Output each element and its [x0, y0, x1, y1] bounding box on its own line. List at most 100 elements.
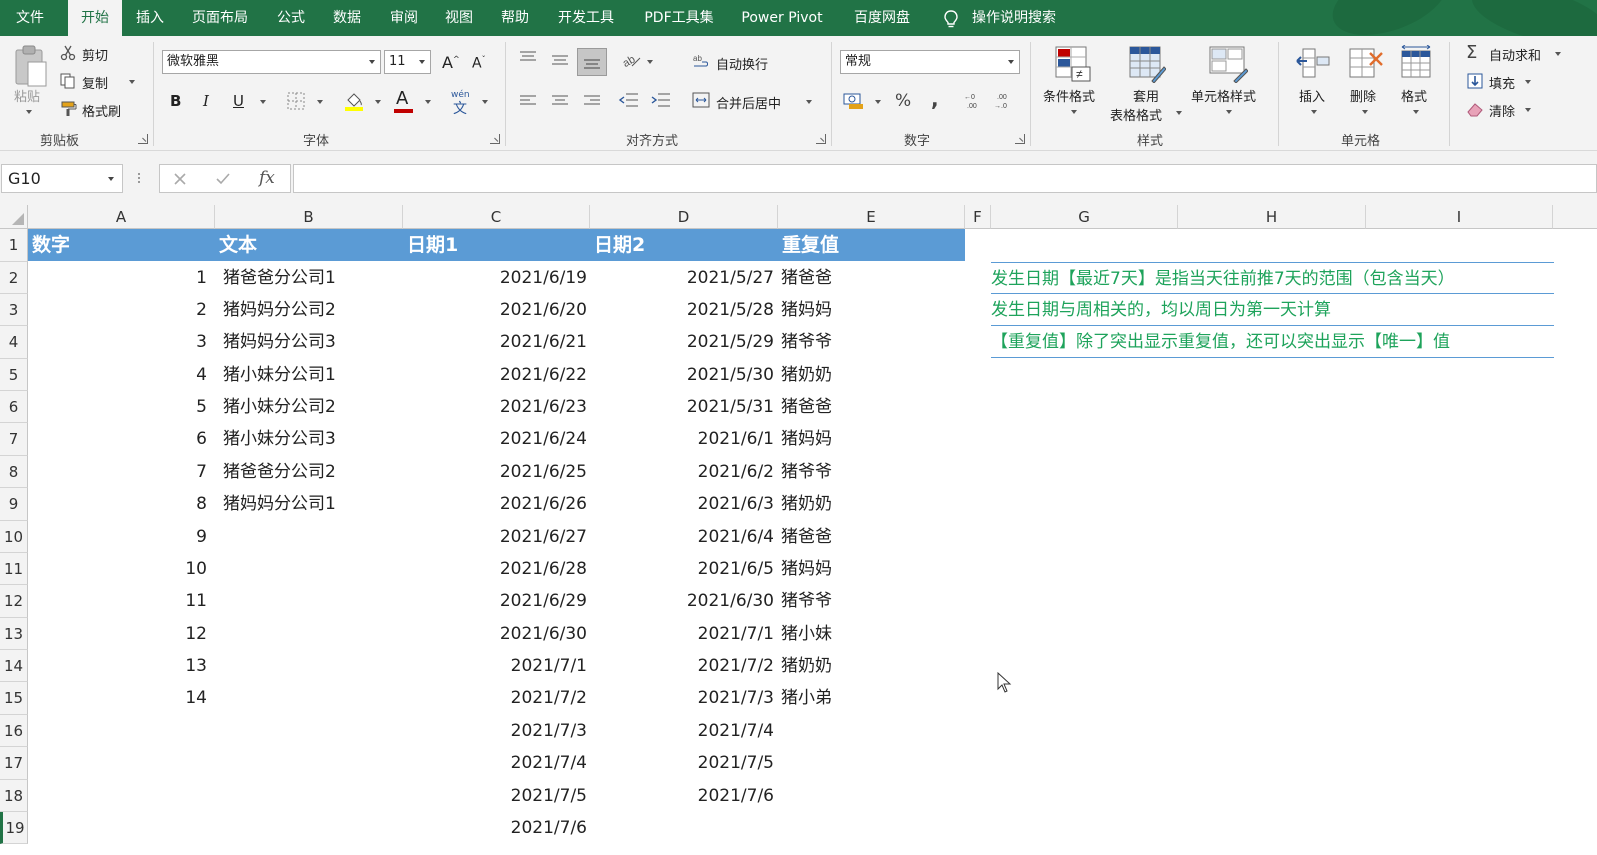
decrease-decimal-icon[interactable]: .00 →.0 — [993, 91, 1015, 111]
cell-date2[interactable]: 2021/7/3 — [590, 682, 774, 714]
increase-indent-icon[interactable] — [650, 92, 672, 108]
note-line[interactable]: 发生日期【最近7天】是指当天往前推7天的范围（包含当天） — [991, 262, 1554, 294]
cell-duplicate[interactable]: 猪奶奶 — [781, 650, 961, 682]
merge-center-button[interactable]: 合并后居中 — [716, 93, 781, 112]
cell-duplicate[interactable]: 猪爸爸 — [781, 262, 961, 294]
cell-date1[interactable]: 2021/7/2 — [403, 682, 587, 714]
underline-button[interactable]: U — [233, 92, 244, 110]
row-header[interactable]: 3 — [0, 294, 28, 326]
header-cell-date2[interactable]: 日期2 — [594, 229, 645, 261]
conditional-formatting-button[interactable]: 条件格式 — [1043, 86, 1095, 105]
cell-text[interactable]: 猪小妹分公司2 — [223, 391, 403, 423]
cell-number[interactable]: 13 — [28, 650, 207, 682]
tab-power-pivot[interactable]: Power Pivot — [730, 0, 834, 36]
cell-date1[interactable]: 2021/6/23 — [403, 391, 587, 423]
cell-date1[interactable]: 2021/7/6 — [403, 812, 587, 844]
align-top-icon[interactable] — [518, 50, 538, 64]
cell-date1[interactable]: 2021/6/27 — [403, 521, 587, 553]
row-header[interactable]: 11 — [0, 553, 28, 585]
select-all-corner[interactable] — [0, 205, 28, 229]
format-as-table-line2[interactable]: 表格格式 — [1110, 105, 1162, 124]
cell-number[interactable]: 9 — [28, 521, 207, 553]
alignment-launcher-icon[interactable] — [816, 134, 826, 144]
cell-number[interactable]: 14 — [28, 682, 207, 714]
cell-duplicate[interactable]: 猪奶奶 — [781, 488, 961, 520]
cell-number[interactable]: 12 — [28, 618, 207, 650]
cell-duplicate[interactable]: 猪爷爷 — [781, 326, 961, 358]
cell-text[interactable]: 猪妈妈分公司3 — [223, 326, 403, 358]
cell-duplicate[interactable]: 猪妈妈 — [781, 294, 961, 326]
cell-duplicate[interactable]: 猪小弟 — [781, 682, 961, 714]
cell-styles-icon[interactable] — [1208, 45, 1248, 83]
italic-button[interactable]: I — [203, 92, 209, 110]
insert-function-icon[interactable]: fx — [259, 168, 275, 188]
column-header-e[interactable]: E — [778, 205, 965, 229]
merge-center-icon[interactable] — [692, 92, 710, 108]
cell-number[interactable]: 5 — [28, 391, 207, 423]
tab-review[interactable]: 审阅 — [377, 0, 431, 36]
format-painter-icon[interactable] — [60, 101, 78, 117]
row-header[interactable]: 6 — [0, 391, 28, 423]
column-header-j[interactable] — [1553, 205, 1597, 229]
row-header[interactable]: 7 — [0, 423, 28, 456]
cell-date2[interactable]: 2021/6/5 — [590, 553, 774, 585]
decrease-indent-icon[interactable] — [618, 92, 640, 108]
wrap-text-icon[interactable]: ab — [692, 53, 710, 71]
copy-button[interactable]: 复制 — [82, 73, 108, 92]
cell-number[interactable]: 10 — [28, 553, 207, 585]
cell-date1[interactable]: 2021/7/4 — [403, 747, 587, 779]
row-header[interactable]: 13 — [0, 618, 28, 650]
format-as-table-dropdown-icon[interactable] — [1176, 111, 1182, 115]
header-cell-duplicate[interactable]: 重复值 — [782, 229, 839, 261]
wrap-text-button[interactable]: 自动换行 — [716, 54, 768, 73]
tab-home[interactable]: 开始 — [68, 0, 122, 36]
formula-bar-grip[interactable] — [137, 171, 141, 187]
row-header[interactable]: 8 — [0, 456, 28, 488]
tab-page-layout[interactable]: 页面布局 — [180, 0, 260, 36]
cell-date2[interactable]: 2021/7/4 — [590, 715, 774, 747]
accounting-format-icon[interactable] — [843, 92, 865, 110]
merge-dropdown-icon[interactable] — [806, 100, 812, 104]
increase-decimal-icon[interactable]: ←0 .00 — [963, 91, 985, 111]
row-header[interactable]: 2 — [0, 262, 28, 294]
row-header[interactable]: 4 — [0, 326, 28, 359]
row-header[interactable]: 16 — [0, 715, 28, 747]
insert-dropdown-icon[interactable] — [1311, 110, 1317, 114]
cell-date2[interactable]: 2021/7/5 — [590, 747, 774, 779]
cell-duplicate[interactable]: 猪爷爷 — [781, 585, 961, 617]
eraser-icon[interactable] — [1466, 101, 1484, 117]
align-bottom-icon[interactable] — [582, 58, 602, 72]
cell-date2[interactable]: 2021/6/3 — [590, 488, 774, 520]
cell-date1[interactable]: 2021/6/26 — [403, 488, 587, 520]
align-right-icon[interactable] — [582, 94, 602, 108]
cell-date1[interactable]: 2021/7/5 — [403, 780, 587, 812]
paste-dropdown-icon[interactable] — [26, 110, 32, 114]
shrink-font-icon[interactable]: Aˇ — [472, 55, 486, 72]
align-center-icon[interactable] — [550, 94, 570, 108]
clear-dropdown-icon[interactable] — [1525, 108, 1531, 112]
column-header-d[interactable]: D — [590, 205, 778, 229]
column-header-b[interactable]: B — [215, 205, 403, 229]
cell-date1[interactable]: 2021/6/19 — [403, 262, 587, 294]
format-cells-button[interactable]: 格式 — [1401, 86, 1427, 105]
cell-number[interactable]: 6 — [28, 423, 207, 455]
align-middle-icon[interactable] — [550, 54, 570, 68]
orientation-icon[interactable]: ab — [620, 50, 642, 70]
cell-number[interactable]: 2 — [28, 294, 207, 326]
menu-file[interactable]: 文件 — [0, 0, 60, 36]
row-header[interactable]: 12 — [0, 585, 28, 618]
comma-style-button[interactable]: , — [931, 87, 939, 111]
cell-duplicate[interactable]: 猪爸爸 — [781, 391, 961, 423]
fill-color-dropdown-icon[interactable] — [375, 100, 381, 104]
column-header-i[interactable]: I — [1366, 205, 1553, 229]
tab-data[interactable]: 数据 — [320, 0, 374, 36]
phonetic-dropdown-icon[interactable] — [482, 100, 488, 104]
accounting-dropdown-icon[interactable] — [875, 100, 881, 104]
header-cell-date1[interactable]: 日期1 — [407, 229, 458, 261]
column-header-c[interactable]: C — [403, 205, 590, 229]
format-painter-button[interactable]: 格式刷 — [82, 101, 121, 120]
font-color-icon[interactable]: A — [396, 88, 408, 109]
cell-number[interactable]: 4 — [28, 359, 207, 391]
cell-styles-dropdown-icon[interactable] — [1226, 110, 1232, 114]
cell-date2[interactable]: 2021/6/1 — [590, 423, 774, 455]
